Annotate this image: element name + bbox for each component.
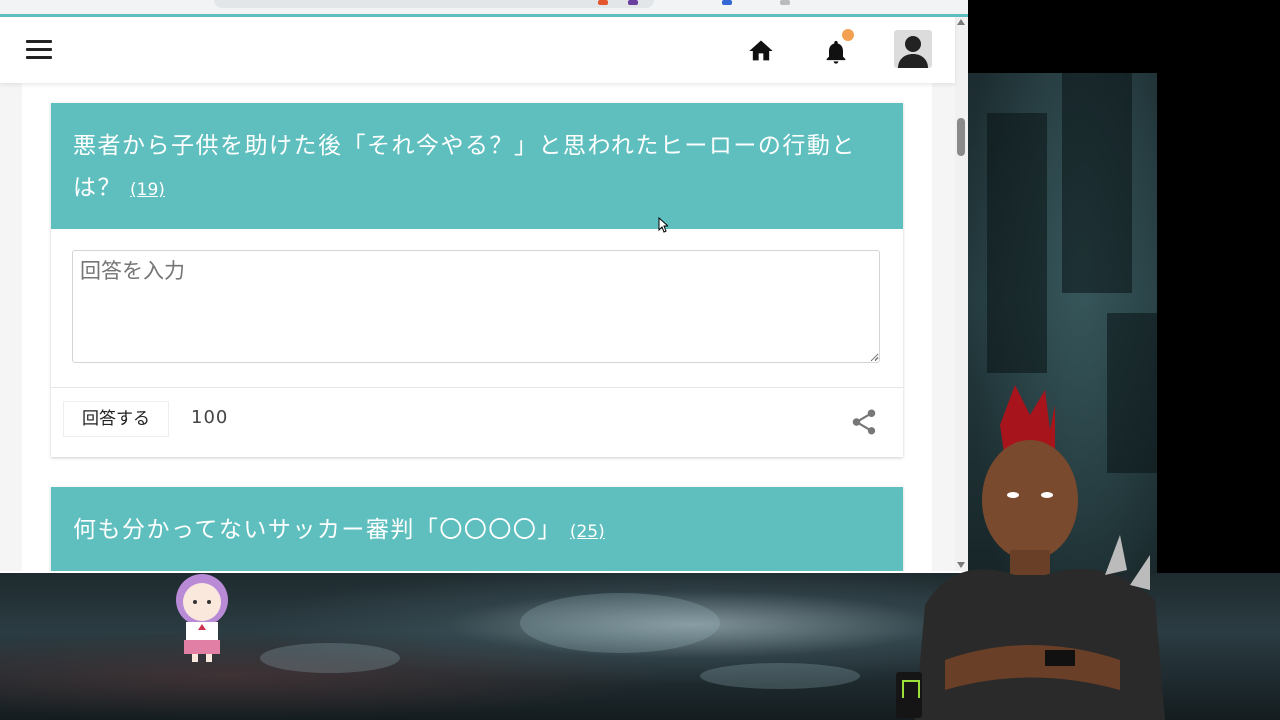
mouse-cursor-icon: [658, 217, 668, 233]
share-icon[interactable]: [849, 407, 879, 437]
card-divider: [51, 387, 903, 388]
submit-answer-button[interactable]: 回答する: [63, 401, 169, 437]
question-card: 何も分かってないサッカー審判「〇〇〇〇」 (25): [51, 487, 903, 571]
home-icon[interactable]: [746, 37, 776, 65]
notification-badge: [842, 29, 854, 41]
address-bar[interactable]: [214, 0, 654, 8]
character-limit: 100: [191, 407, 229, 428]
resize-grip-icon[interactable]: [871, 353, 879, 361]
scroll-thumb[interactable]: [957, 118, 965, 156]
bell-icon[interactable]: [822, 37, 850, 67]
extension-icon[interactable]: [722, 0, 732, 5]
main-content: 悪者から子供を助けた後「それ今やる？」と思われたヒーローの行動とは？ (19) 回…: [0, 83, 955, 571]
site-header: [0, 17, 955, 83]
extension-icon[interactable]: [780, 0, 790, 5]
user-avatar-icon[interactable]: [894, 30, 932, 68]
extension-icon[interactable]: [598, 0, 608, 5]
answer-input[interactable]: [72, 250, 880, 363]
question-card: 悪者から子供を助けた後「それ今やる？」と思われたヒーローの行動とは？ (19) 回…: [51, 103, 903, 457]
answer-count-link[interactable]: (25): [570, 522, 605, 542]
vtuber-character-avatar: [915, 385, 1165, 720]
question-header: 何も分かってないサッカー審判「〇〇〇〇」 (25): [51, 487, 903, 571]
question-title: 何も分かってないサッカー審判「〇〇〇〇」: [73, 517, 562, 543]
question-title: 悪者から子供を助けた後「それ今やる？」と思われたヒーローの行動とは？: [73, 133, 856, 201]
browser-bottom-edge: [0, 571, 968, 573]
scroll-up-arrow-icon[interactable]: [957, 19, 965, 25]
question-header: 悪者から子供を助けた後「それ今やる？」と思われたヒーローの行動とは？ (19): [51, 103, 903, 229]
extension-icon[interactable]: [628, 0, 638, 5]
question-list: 悪者から子供を助けた後「それ今やる？」と思われたヒーローの行動とは？ (19) 回…: [22, 83, 932, 571]
energy-drink-can: [896, 672, 922, 718]
answer-count-link[interactable]: (19): [130, 180, 165, 200]
hamburger-menu-icon[interactable]: [26, 40, 52, 60]
chibi-character-avatar: [176, 574, 228, 662]
browser-toolbar: [0, 0, 968, 17]
